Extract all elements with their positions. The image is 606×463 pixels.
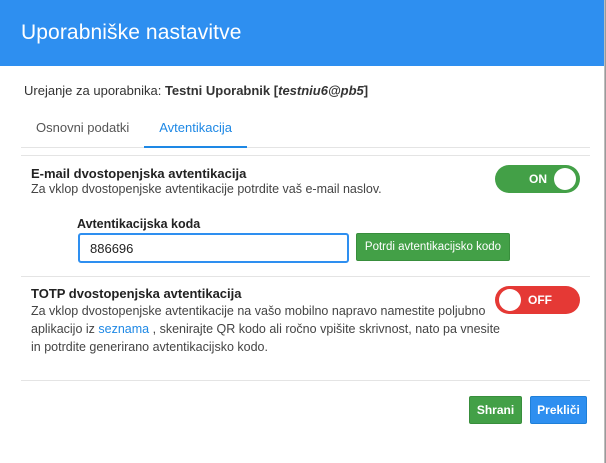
totp-2fa-title: TOTP dvostopenjska avtentikacija bbox=[31, 286, 242, 301]
tab-authentication[interactable]: Avtentikacija bbox=[144, 112, 247, 148]
totp-2fa-toggle-label: OFF bbox=[528, 293, 552, 307]
email-2fa-description: Za vklop dvostopenjske avtentikacije pot… bbox=[31, 182, 382, 196]
app-list-link[interactable]: seznama bbox=[98, 322, 149, 336]
email-2fa-title: E-mail dvostopenjska avtentikacija bbox=[31, 166, 247, 181]
tab-basic-data[interactable]: Osnovni podatki bbox=[21, 112, 144, 148]
modal-title: Uporabniške nastavitve bbox=[21, 21, 242, 44]
save-button[interactable]: Shrani bbox=[469, 396, 522, 424]
email-2fa-toggle[interactable]: ON bbox=[495, 165, 580, 193]
editing-user-prefix: Urejanje za uporabnika: bbox=[24, 83, 162, 98]
tab-bar: Osnovni podatki Avtentikacija bbox=[21, 112, 590, 148]
auth-code-label: Avtentikacijska koda bbox=[77, 217, 201, 231]
cancel-button[interactable]: Prekliči bbox=[530, 396, 587, 424]
auth-code-input[interactable] bbox=[78, 233, 349, 263]
user-settings-modal: Uporabniške nastavitve Urejanje za upora… bbox=[0, 0, 605, 463]
toggle-knob bbox=[499, 289, 521, 311]
email-2fa-toggle-label: ON bbox=[529, 172, 547, 186]
email-2fa-section: E-mail dvostopenjska avtentikacija Za vk… bbox=[21, 155, 590, 277]
modal-header: Uporabniške nastavitve bbox=[0, 0, 604, 66]
editing-user-login: testniu6@pb5 bbox=[278, 83, 364, 98]
toggle-knob bbox=[554, 168, 576, 190]
totp-2fa-description: Za vklop dvostopenjske avtentikacije na … bbox=[31, 304, 501, 354]
editing-user-name: Testni Uporabnik [testniu6@pb5] bbox=[164, 83, 369, 98]
totp-2fa-section: TOTP dvostopenjska avtentikacija Za vklo… bbox=[21, 277, 590, 381]
editing-user-line: Urejanje za uporabnika: Testni Uporabnik… bbox=[24, 83, 368, 98]
totp-2fa-toggle[interactable]: OFF bbox=[495, 286, 580, 314]
confirm-auth-code-button[interactable]: Potrdi avtentikacijsko kodo bbox=[356, 233, 510, 261]
